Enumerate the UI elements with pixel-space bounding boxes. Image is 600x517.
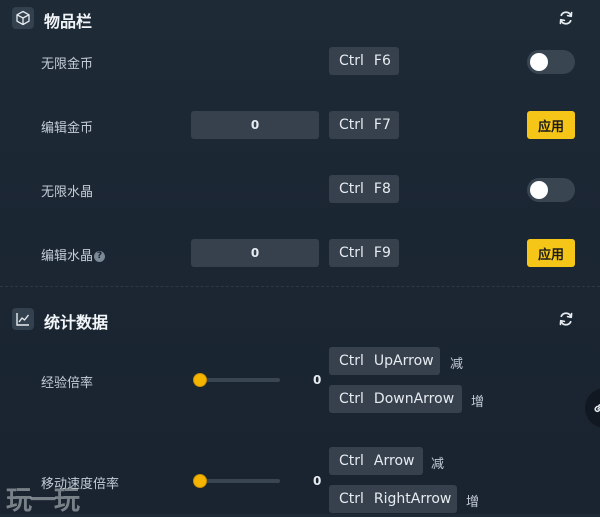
row-label-infinite-crystal: 无限水晶: [41, 185, 94, 200]
increase-label: 增: [471, 395, 485, 410]
hotkey-modifier: Ctrl: [339, 245, 364, 261]
hotkey-key: UpArrow: [373, 353, 434, 369]
hotkey-edit-crystal[interactable]: Ctrl F9: [329, 239, 399, 267]
cube-icon: [12, 7, 34, 29]
toggle-knob: [530, 181, 548, 199]
refresh-icon[interactable]: [557, 9, 575, 27]
toggle-infinite-crystal[interactable]: [527, 178, 575, 202]
hotkey-key: Arrow: [373, 453, 415, 469]
hotkey-modifier: Ctrl: [339, 181, 364, 197]
row-label-exp-multiplier: 经验倍率: [41, 376, 94, 391]
row-label-edit-gold: 编辑金币: [41, 121, 94, 136]
increase-label: 增: [466, 495, 480, 510]
hotkey-infinite-gold[interactable]: Ctrl F6: [329, 47, 399, 75]
hotkey-modifier: Ctrl: [339, 53, 364, 69]
move-speed-slider-track[interactable]: [200, 479, 280, 483]
move-speed-slider-handle[interactable]: [193, 474, 207, 488]
exp-multiplier-slider-handle[interactable]: [193, 373, 207, 387]
decrease-label: 减: [450, 357, 464, 372]
section-divider: [0, 286, 600, 288]
hotkey-key: F7: [373, 117, 391, 133]
move-speed-value: 0: [313, 474, 322, 488]
section-title-stats: 统计数据: [44, 313, 109, 332]
hotkey-exp-increase[interactable]: Ctrl DownArrow: [329, 385, 462, 413]
link-icon: [594, 404, 600, 413]
hotkey-speed-increase[interactable]: Ctrl RightArrow: [329, 485, 457, 513]
hotkey-key: F8: [373, 181, 391, 197]
watermark-logo: 玩一玩: [6, 486, 80, 516]
refresh-icon[interactable]: [557, 310, 575, 328]
hotkey-modifier: Ctrl: [339, 453, 364, 469]
row-label-text: 编辑水晶: [41, 249, 94, 264]
exp-multiplier-value: 0: [313, 373, 322, 387]
toggle-infinite-gold[interactable]: [527, 50, 575, 74]
line-chart-icon: [12, 308, 34, 330]
gold-amount-input[interactable]: 0: [191, 111, 319, 139]
hotkey-modifier: Ctrl: [339, 117, 364, 133]
hotkey-modifier: Ctrl: [339, 391, 364, 407]
hotkey-key: DownArrow: [373, 391, 455, 407]
question-icon[interactable]: ?: [94, 251, 106, 262]
apply-crystal-button[interactable]: 应用: [527, 239, 575, 267]
row-label-edit-crystal: 编辑水晶?: [41, 245, 106, 264]
hotkey-modifier: Ctrl: [339, 353, 364, 369]
hotkey-speed-decrease[interactable]: Ctrl Arrow: [329, 447, 423, 475]
apply-gold-button[interactable]: 应用: [527, 111, 575, 139]
hotkey-key: F6: [373, 53, 391, 69]
section-title-inventory: 物品栏: [44, 12, 93, 31]
row-label-infinite-gold: 无限金币: [41, 57, 94, 72]
hotkey-edit-gold[interactable]: Ctrl F7: [329, 111, 399, 139]
hotkey-key: F9: [373, 245, 391, 261]
crystal-amount-input[interactable]: 0: [191, 239, 319, 267]
hotkey-modifier: Ctrl: [339, 491, 364, 507]
decrease-label: 减: [431, 457, 445, 472]
hotkey-key: RightArrow: [373, 491, 452, 507]
hotkey-exp-decrease[interactable]: Ctrl UpArrow: [329, 347, 440, 375]
exp-multiplier-slider-track[interactable]: [200, 378, 280, 382]
toggle-knob: [530, 53, 548, 71]
side-float-button[interactable]: [585, 388, 600, 428]
hotkey-infinite-crystal[interactable]: Ctrl F8: [329, 175, 399, 203]
